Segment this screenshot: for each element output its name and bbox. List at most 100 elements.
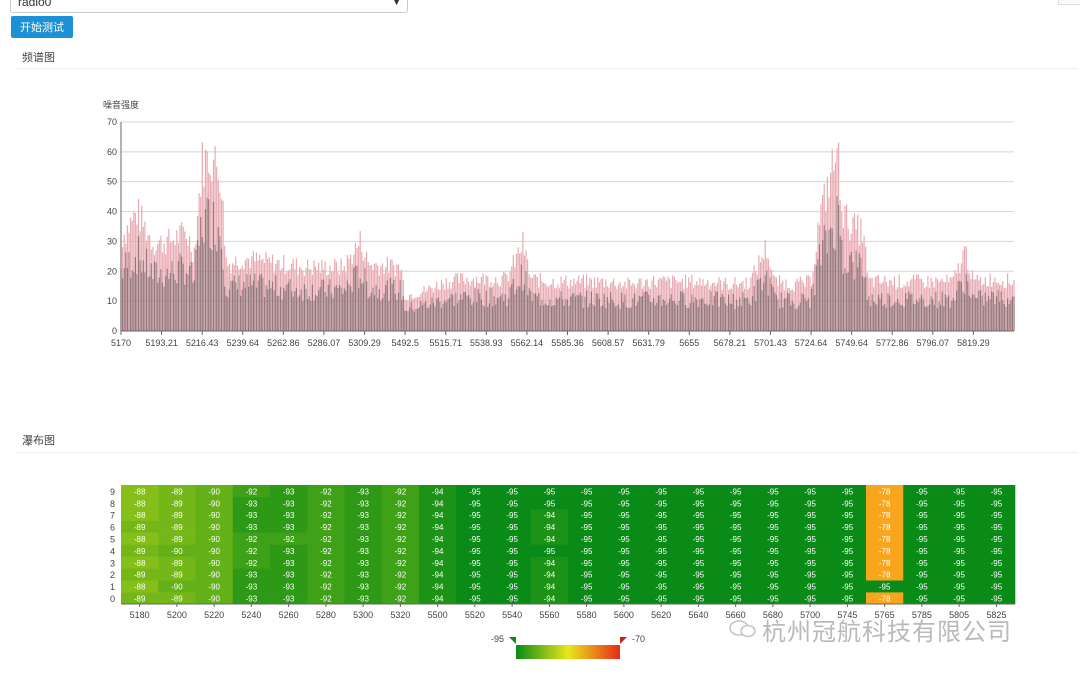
heatmap-cell-label: -95 bbox=[730, 595, 742, 604]
heatmap-cell-label: -95 bbox=[991, 487, 1003, 496]
heatmap-cell-label: -93 bbox=[357, 523, 369, 532]
heatmap-cell-label: -88 bbox=[134, 499, 146, 508]
heatmap-cell-label: -95 bbox=[991, 595, 1003, 604]
heatmap-cell-label: -92 bbox=[320, 487, 332, 496]
heatmap-cell-label: -95 bbox=[693, 583, 705, 592]
scale-max-label: -70 bbox=[632, 634, 645, 644]
heatmap-cell-label: -95 bbox=[469, 595, 481, 604]
start-test-button[interactable]: 开始测试 bbox=[11, 16, 73, 38]
heatmap-cell-label: -95 bbox=[506, 595, 518, 604]
heatmap-cell-label: -95 bbox=[730, 583, 742, 592]
heatmap-cell-label: -95 bbox=[767, 511, 779, 520]
heatmap-cell-label: -95 bbox=[804, 487, 816, 496]
heatmap-cell-label: -95 bbox=[953, 559, 965, 568]
heatmap-cell-label: -95 bbox=[469, 583, 481, 592]
heatmap-cell-label: -94 bbox=[432, 487, 444, 496]
spectrum-y-tick-label: 20 bbox=[107, 266, 117, 276]
heatmap-cell-label: -95 bbox=[804, 571, 816, 580]
heatmap-cell-label: -90 bbox=[208, 559, 220, 568]
heatmap-cell-label: -78 bbox=[879, 487, 891, 496]
heatmap-cell-label: -88 bbox=[134, 535, 146, 544]
spectrum-y-tick-label: 50 bbox=[107, 177, 117, 187]
heatmap-cell-label: -89 bbox=[134, 595, 146, 604]
heatmap-cell-label: -95 bbox=[693, 523, 705, 532]
heatmap-cell-label: -95 bbox=[916, 583, 928, 592]
heatmap-cell-label: -94 bbox=[432, 523, 444, 532]
spectrum-chart: 噪音强度 0 10 20 30 40 50 60 70 5170 5193.21 5216.43 523… bbox=[103, 99, 1015, 348]
heatmap-cell-label: -94 bbox=[432, 535, 444, 544]
heatmap-cell-label: -90 bbox=[208, 487, 220, 496]
heatmap-cell-label: -92 bbox=[320, 571, 332, 580]
heatmap-y-tick-label: 1 bbox=[110, 582, 115, 592]
heatmap-cell-label: -95 bbox=[581, 487, 593, 496]
wechat-icon bbox=[729, 620, 756, 638]
heatmap-cell-label: -95 bbox=[916, 547, 928, 556]
spectrum-x-tick-label: 5309.29 bbox=[348, 338, 381, 348]
heatmap-cell-label: -95 bbox=[842, 499, 854, 508]
heatmap-cell-label: -89 bbox=[171, 511, 183, 520]
heatmap-cell-label: -89 bbox=[134, 571, 146, 580]
heatmap-cell-label: -93 bbox=[357, 547, 369, 556]
heatmap-cell-label: -92 bbox=[246, 559, 258, 568]
spectrum-x-tick-label: 5262.86 bbox=[267, 338, 300, 348]
heatmap-y-tick-label: 0 bbox=[110, 594, 115, 604]
heatmap-cell-label: -95 bbox=[618, 559, 630, 568]
heatmap-cell-label: -78 bbox=[879, 511, 891, 520]
heatmap-cell-label: -94 bbox=[432, 571, 444, 580]
heatmap-x-tick-label: 5320 bbox=[390, 610, 410, 620]
heatmap-cell-label: -95 bbox=[916, 499, 928, 508]
heatmap-cell-label: -95 bbox=[953, 583, 965, 592]
heatmap-cell-label: -95 bbox=[730, 535, 742, 544]
heatmap-cell-label: -95 bbox=[655, 511, 667, 520]
heatmap-cell-label: -92 bbox=[395, 547, 407, 556]
heatmap-cell-label: -95 bbox=[506, 487, 518, 496]
heatmap-cell-label: -90 bbox=[208, 571, 220, 580]
scale-min-handle-icon bbox=[509, 637, 516, 644]
heatmap-cell-label: -93 bbox=[357, 499, 369, 508]
heatmap-cell-label: -95 bbox=[655, 595, 667, 604]
heatmap-cell-label: -95 bbox=[842, 523, 854, 532]
heatmap-cell-label: -95 bbox=[842, 571, 854, 580]
heatmap-cell-label: -94 bbox=[432, 595, 444, 604]
heatmap-cell-label: -95 bbox=[693, 499, 705, 508]
heatmap-cell-label: -90 bbox=[208, 523, 220, 532]
heatmap-cell-label: -90 bbox=[208, 547, 220, 556]
heatmap-cell-label: -95 bbox=[618, 499, 630, 508]
heatmap-cell-label: -78 bbox=[879, 523, 891, 532]
heatmap-cell-label: -95 bbox=[842, 511, 854, 520]
heatmap-cell-label: -95 bbox=[544, 487, 556, 496]
heatmap-cell-label: -95 bbox=[804, 535, 816, 544]
heatmap-cell-label: -92 bbox=[395, 511, 407, 520]
heatmap-cell-label: -95 bbox=[693, 559, 705, 568]
heatmap-cell-label: -95 bbox=[618, 535, 630, 544]
heatmap-cell-label: -95 bbox=[953, 523, 965, 532]
heatmap-cell-label: -78 bbox=[879, 547, 891, 556]
heatmap-cell-label: -95 bbox=[506, 571, 518, 580]
heatmap-cell-label: -95 bbox=[767, 571, 779, 580]
spectrum-section-divider bbox=[16, 68, 1078, 69]
heatmap-cell-label: -89 bbox=[171, 571, 183, 580]
heatmap-cell-label: -78 bbox=[879, 535, 891, 544]
heatmap-cell-label: -95 bbox=[655, 523, 667, 532]
heatmap-cell-label: -95 bbox=[730, 487, 742, 496]
heatmap-cell-label: -95 bbox=[730, 547, 742, 556]
heatmap-cell-label: -95 bbox=[506, 499, 518, 508]
radio-select[interactable]: radio0 ▼ bbox=[10, 0, 408, 13]
heatmap-cell-label: -95 bbox=[581, 559, 593, 568]
heatmap-cell-label: -92 bbox=[320, 583, 332, 592]
heatmap-cell-label: -93 bbox=[357, 559, 369, 568]
heatmap-cell-label: -94 bbox=[544, 595, 556, 604]
heatmap-cell-label: -94 bbox=[432, 499, 444, 508]
heatmap-cell-label: -95 bbox=[693, 487, 705, 496]
spectrum-x-tick-label: 5772.86 bbox=[876, 338, 909, 348]
heatmap-cell-label: -95 bbox=[618, 547, 630, 556]
heatmap-cell-label: -93 bbox=[283, 583, 295, 592]
heatmap-cell-label: -95 bbox=[655, 535, 667, 544]
window-corner bbox=[1058, 0, 1080, 5]
spectrum-x-tick-label: 5585.36 bbox=[551, 338, 584, 348]
heatmap-cell-label: -88 bbox=[134, 583, 146, 592]
heatmap-cell-label: -95 bbox=[767, 523, 779, 532]
heatmap-cell-label: -78 bbox=[879, 559, 891, 568]
heatmap-x-tick-label: 5600 bbox=[614, 610, 634, 620]
heatmap-cell-label: -89 bbox=[171, 523, 183, 532]
